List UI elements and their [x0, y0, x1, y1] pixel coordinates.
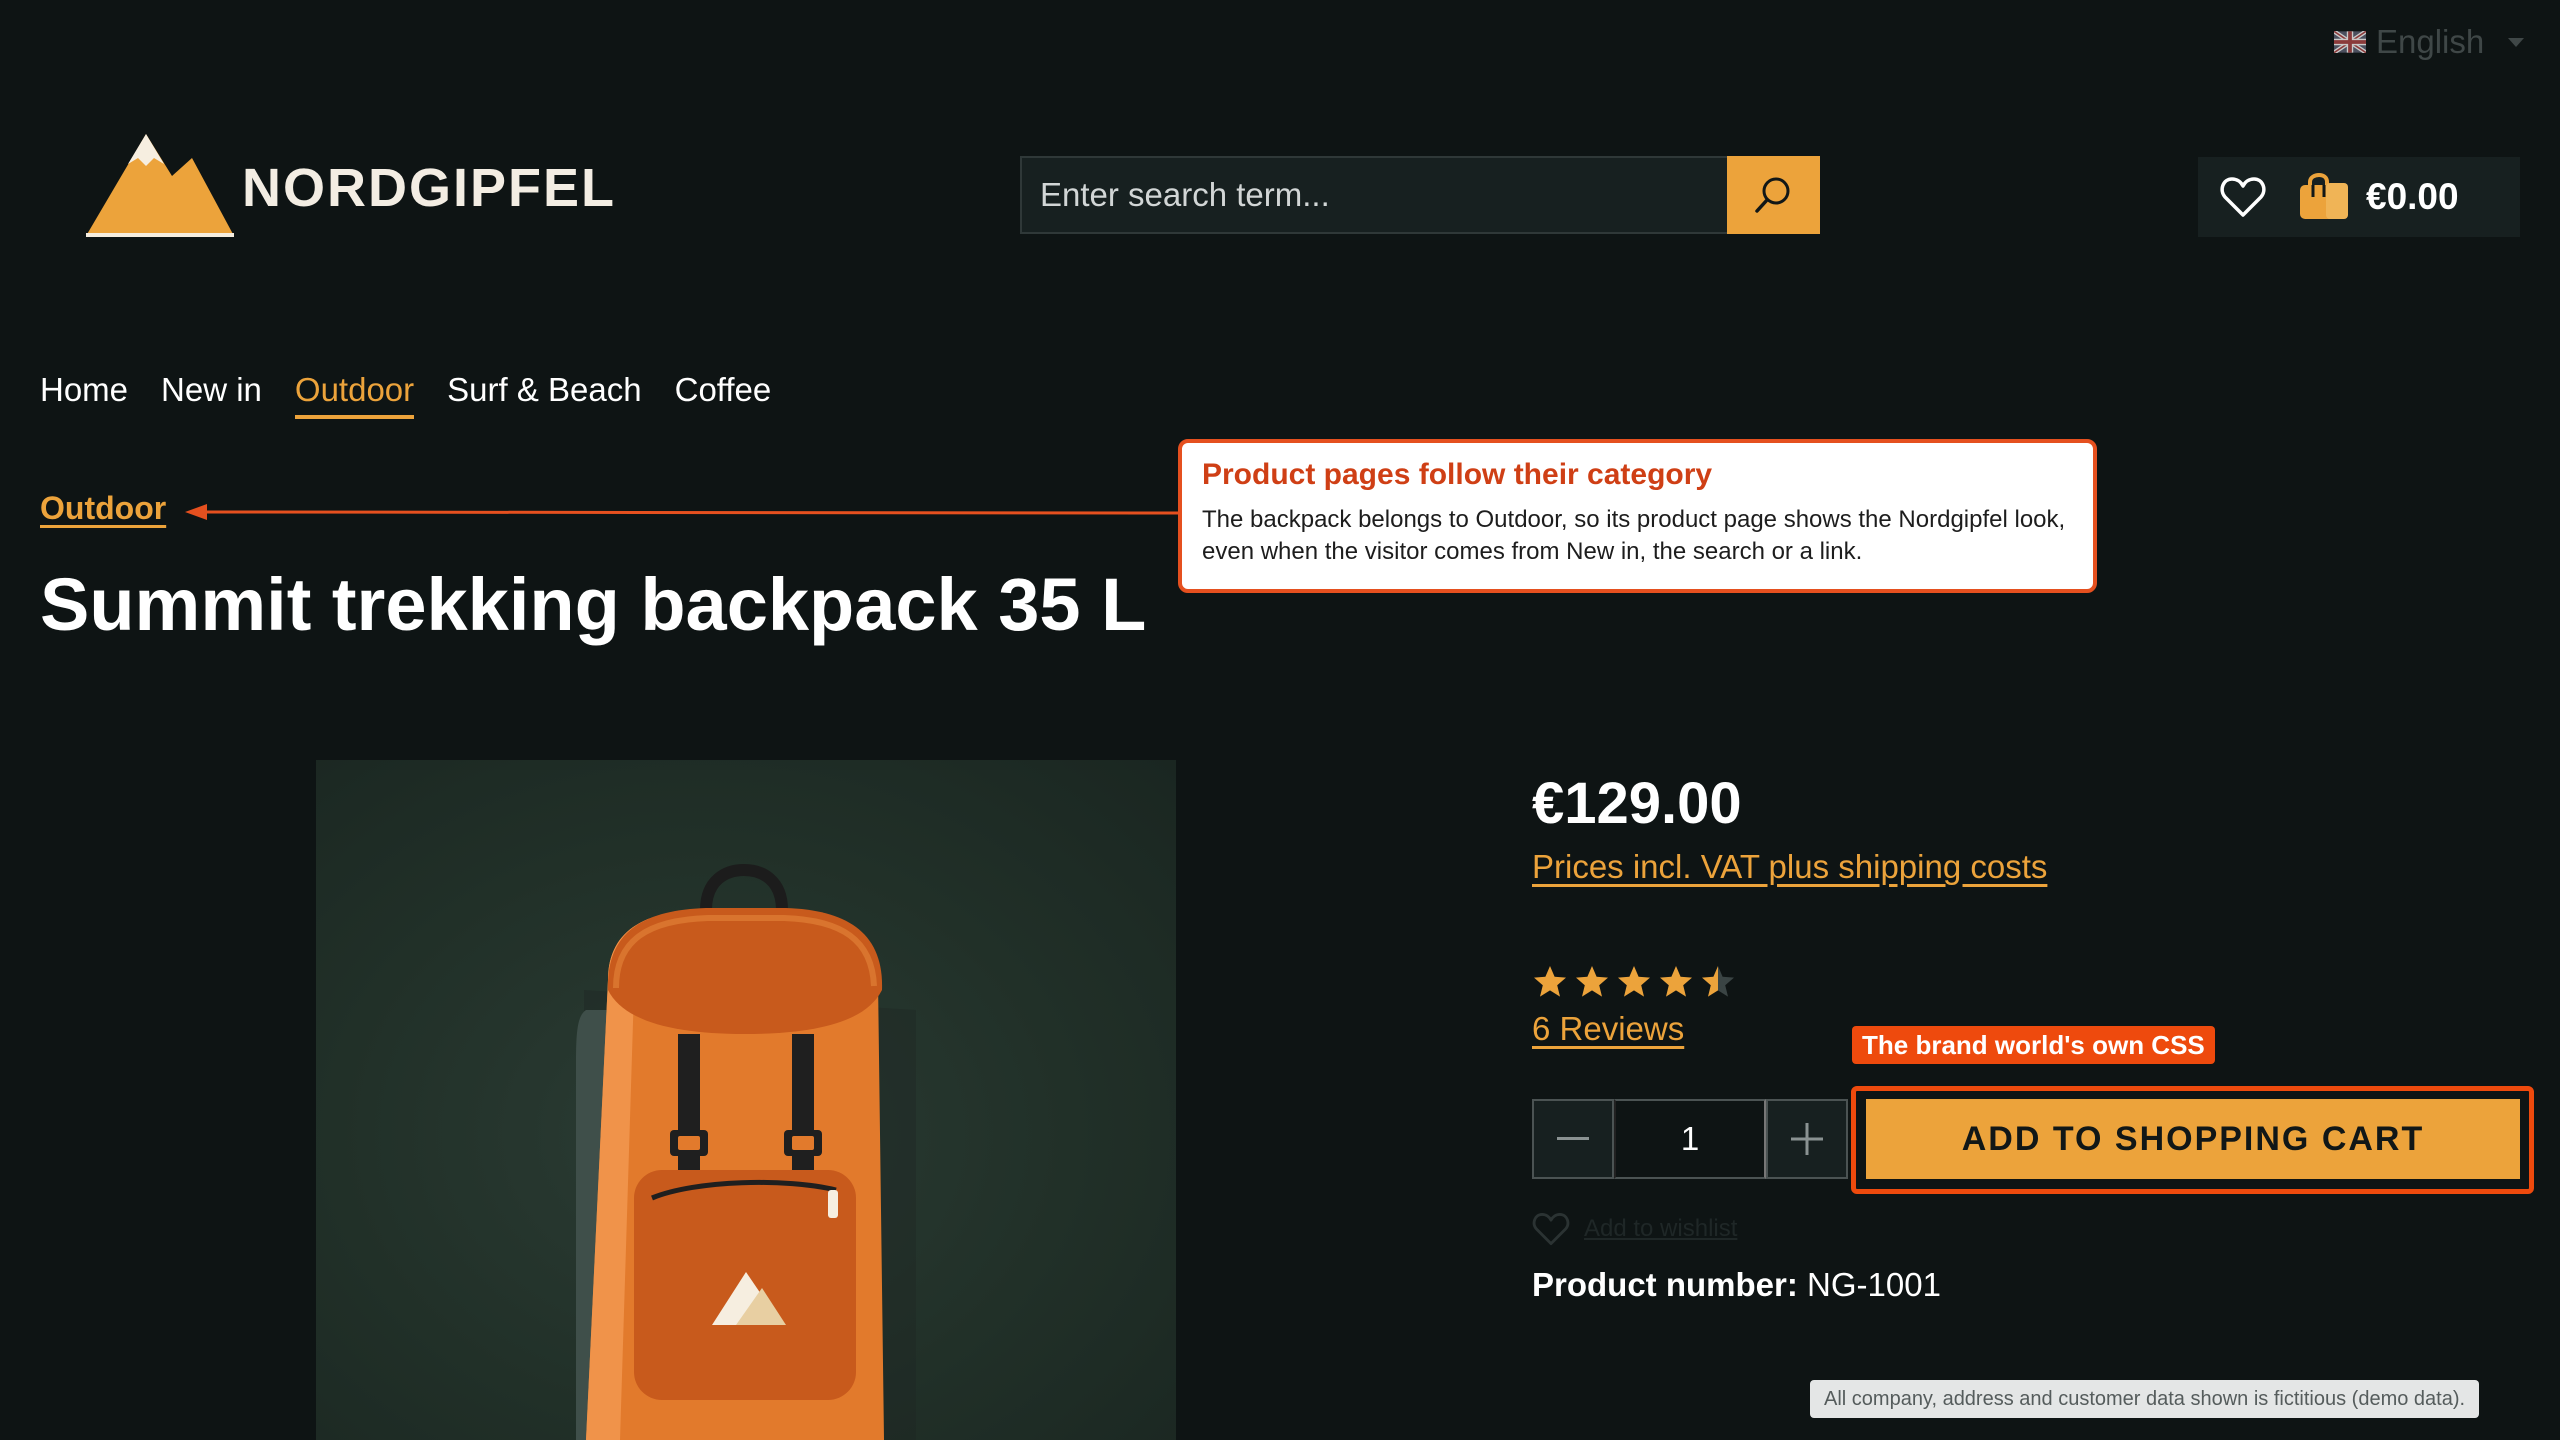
rating-stars	[1532, 964, 1736, 1000]
language-label: English	[2376, 23, 2485, 60]
add-to-wishlist-link[interactable]: Add to wishlist	[1532, 1212, 1737, 1246]
header-actions: €0.00	[2198, 157, 2520, 237]
page-title: Summit trekking backpack 35 L	[40, 563, 1147, 646]
main-navigation: Home New in Outdoor Surf & Beach Coffee	[0, 337, 2560, 440]
nav-item-home[interactable]: Home	[40, 371, 128, 419]
star-icon	[1576, 966, 1608, 997]
backpack-illustration	[576, 863, 916, 1440]
annotation-callout: Product pages follow their category The …	[1178, 439, 2097, 593]
vat-shipping-link[interactable]: Prices incl. VAT plus shipping costs	[1532, 848, 2047, 886]
heart-icon	[1532, 1213, 1570, 1245]
star-icon	[1618, 966, 1650, 997]
search-bar	[1020, 156, 1820, 236]
shopping-bag-icon	[2300, 173, 2348, 219]
callout-arrow	[185, 504, 1180, 520]
site-header: English NORDGIPFEL Enter search term... …	[0, 0, 2560, 337]
brand-logo[interactable]: NORDGIPFEL	[86, 134, 616, 238]
chevron-down-icon	[2508, 37, 2525, 47]
product-number: Product number: NG-1001	[1532, 1266, 1941, 1304]
nav-item-coffee[interactable]: Coffee	[675, 371, 772, 419]
product-price: €129.00	[1532, 771, 1742, 836]
demo-data-note: All company, address and customer data s…	[1810, 1380, 2480, 1418]
mountain-logo-icon	[86, 134, 234, 237]
add-to-cart-button[interactable]: ADD TO SHOPPING CART	[1866, 1099, 2520, 1179]
language-switcher[interactable]: English	[2334, 22, 2525, 62]
search-icon	[1755, 177, 1790, 213]
add-to-wishlist-label: Add to wishlist	[1584, 1215, 1738, 1242]
heart-icon	[2220, 177, 2266, 217]
quantity-increase-button[interactable]	[1766, 1099, 1848, 1179]
star-icon	[1660, 966, 1692, 997]
uk-flag-icon	[2334, 31, 2366, 53]
nav-item-new-in[interactable]: New in	[161, 371, 262, 419]
star-icon	[1702, 966, 1734, 997]
quantity-decrease-button[interactable]	[1532, 1099, 1614, 1179]
quantity-input[interactable]	[1614, 1099, 1766, 1179]
cart-total: €0.00	[2366, 176, 2459, 217]
product-number-label: Product number:	[1532, 1266, 1798, 1303]
nav-item-outdoor[interactable]: Outdoor	[294, 371, 415, 419]
brand-name: NORDGIPFEL	[242, 158, 617, 218]
annotation-badge: The brand world's own CSS	[1852, 1026, 2215, 1064]
quantity-stepper	[1532, 1099, 1852, 1179]
wishlist-button[interactable]	[2198, 157, 2288, 237]
callout-title: Product pages follow their category	[1202, 458, 1713, 491]
callout-body: The backpack belongs to Outdoor, so its …	[1202, 506, 2066, 565]
search-input[interactable]	[1020, 156, 1729, 234]
cart-button[interactable]: €0.00	[2296, 173, 2459, 221]
breadcrumb[interactable]: Outdoor	[40, 490, 166, 527]
reviews-link[interactable]: 6 Reviews	[1532, 1010, 1684, 1048]
search-button[interactable]	[1726, 156, 1820, 234]
product-image[interactable]	[316, 760, 1176, 1440]
nav-item-surf-beach[interactable]: Surf & Beach	[447, 371, 641, 419]
product-number-value: NG-1001	[1807, 1266, 1941, 1303]
star-icon	[1534, 966, 1566, 997]
minus-icon	[1557, 1137, 1589, 1140]
plus-icon	[1791, 1123, 1823, 1155]
